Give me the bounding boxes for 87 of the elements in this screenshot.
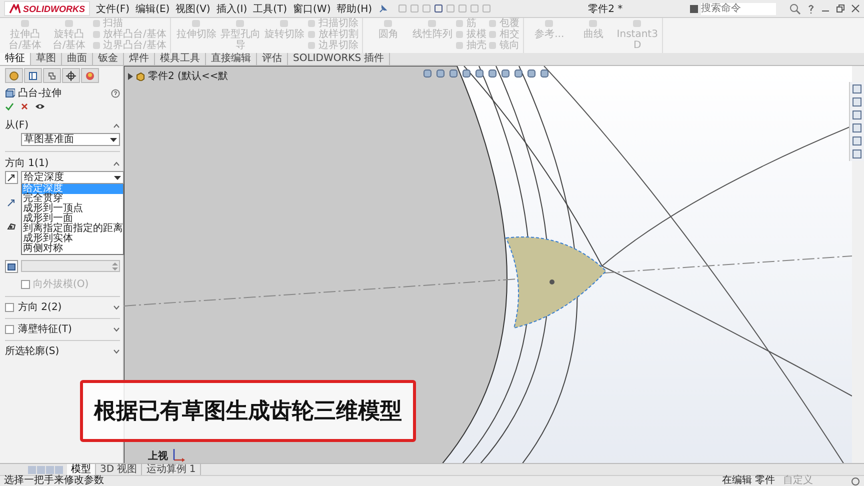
dropdown-field[interactable]: 给定深度 bbox=[21, 171, 124, 184]
expand-caret-icon[interactable] bbox=[113, 326, 120, 332]
tool-icon bbox=[426, 18, 438, 29]
tool-icon bbox=[63, 18, 75, 29]
section-heading[interactable]: 所选轮廓(S) bbox=[5, 344, 109, 358]
feature-tree-icon bbox=[9, 70, 19, 80]
search-icon[interactable] bbox=[789, 2, 801, 14]
logo-text: SOLIDWORKS bbox=[23, 4, 85, 14]
dropdown-option[interactable]: 两侧对称 bbox=[22, 244, 123, 254]
configuration-icon bbox=[47, 70, 57, 80]
dropdown-field[interactable]: 草图基准面 bbox=[21, 133, 120, 146]
view-label: 上视 bbox=[148, 451, 168, 462]
document-title: 零件2 * bbox=[588, 2, 623, 16]
dropdown-option[interactable]: 完全贯穿 bbox=[22, 194, 123, 204]
menu-item[interactable]: 编辑(E) bbox=[136, 2, 170, 16]
status-mode: 在编辑 零件 bbox=[722, 476, 775, 486]
section-heading: 从(F) bbox=[5, 118, 29, 132]
checkbox[interactable] bbox=[5, 302, 14, 312]
crosshair-icon bbox=[66, 70, 76, 80]
help-icon[interactable] bbox=[807, 4, 815, 14]
axis-triad-icon bbox=[172, 448, 186, 462]
tab[interactable]: 模型 bbox=[67, 464, 96, 475]
feature-tree-label[interactable]: 零件2 (默认<<默 bbox=[148, 69, 228, 83]
menu-item[interactable]: 视图(V) bbox=[176, 2, 210, 16]
panel-title: 凸台-拉伸 bbox=[18, 86, 62, 100]
checkbox[interactable] bbox=[5, 324, 14, 334]
tool-icon bbox=[587, 18, 600, 29]
dropdown-option[interactable]: 成形到一面 bbox=[22, 214, 123, 224]
section-heading[interactable]: 薄壁特征(T) bbox=[18, 322, 109, 336]
section-heading[interactable]: 方向 2(2) bbox=[18, 300, 109, 314]
restore-icon[interactable] bbox=[836, 4, 845, 13]
depth-button[interactable] bbox=[5, 260, 18, 273]
section-heading: 方向 1(1) bbox=[5, 156, 49, 170]
expand-caret-icon[interactable] bbox=[113, 348, 120, 354]
tool-icon bbox=[543, 18, 556, 29]
checkbox[interactable] bbox=[21, 280, 30, 288]
caption-text: 根据已有草图生成齿轮三维模型 bbox=[94, 397, 402, 426]
eye-icon[interactable] bbox=[35, 102, 45, 111]
extrude-icon bbox=[5, 88, 15, 98]
dropdown-caret-icon bbox=[114, 176, 121, 180]
arrow-icon bbox=[7, 173, 16, 182]
menu-item[interactable]: 窗口(W) bbox=[293, 2, 331, 16]
search-field[interactable]: 搜索命令 bbox=[701, 2, 776, 14]
tab[interactable]: 钣金 bbox=[93, 53, 124, 65]
status-message: 选择一把手来修改参数 bbox=[4, 476, 105, 486]
dropdown-option[interactable]: 成形到实体 bbox=[22, 234, 123, 244]
tab[interactable]: 模具工具 bbox=[155, 53, 206, 65]
depth-spin-field[interactable] bbox=[21, 260, 120, 272]
depth-icon bbox=[6, 221, 17, 231]
menu-item[interactable]: 插入(I) bbox=[216, 2, 248, 16]
reverse-direction-button[interactable] bbox=[5, 171, 18, 184]
close-icon[interactable] bbox=[851, 4, 860, 13]
menu-item[interactable]: 帮助(H) bbox=[336, 2, 372, 16]
tab[interactable]: 草图 bbox=[31, 53, 62, 65]
tool-icon bbox=[278, 18, 290, 29]
tab[interactable]: 直接编辑 bbox=[206, 53, 257, 65]
panel-tab[interactable] bbox=[62, 68, 80, 83]
tab[interactable]: 焊件 bbox=[124, 53, 155, 65]
expand-arrow-icon[interactable] bbox=[128, 72, 133, 80]
dropdown-option[interactable]: 成形到一顶点 bbox=[22, 204, 123, 214]
ds-logo-icon bbox=[9, 4, 21, 14]
tool-icon bbox=[382, 18, 394, 29]
tab[interactable]: 曲面 bbox=[62, 53, 93, 65]
tool-icon bbox=[631, 18, 644, 29]
panel-tab[interactable] bbox=[43, 68, 61, 83]
panel-tab[interactable] bbox=[24, 68, 42, 83]
cancel-x-icon[interactable] bbox=[20, 102, 29, 111]
collapse-caret-icon[interactable] bbox=[113, 160, 120, 166]
tab[interactable]: SOLIDWORKS 插件 bbox=[288, 53, 390, 65]
tab[interactable]: 评估 bbox=[257, 53, 288, 65]
menu-item[interactable]: 工具(T) bbox=[253, 2, 288, 16]
ok-check-icon[interactable] bbox=[5, 102, 14, 111]
collapse-caret-icon[interactable] bbox=[113, 122, 120, 128]
tab[interactable]: 特征 bbox=[0, 53, 31, 65]
tool-icon bbox=[234, 18, 246, 29]
tool-icon bbox=[19, 18, 31, 29]
dropdown-option[interactable]: 到离指定面指定的距离 bbox=[22, 224, 123, 234]
property-sheet-icon bbox=[28, 70, 38, 80]
direction-arrow-icon bbox=[7, 198, 16, 207]
help-icon[interactable] bbox=[111, 88, 120, 98]
dropdown-caret-icon bbox=[110, 138, 117, 142]
tool-icon bbox=[190, 18, 202, 29]
checkbox-label: 向外拔模(O) bbox=[33, 278, 89, 291]
menu-item[interactable]: 文件(F) bbox=[96, 2, 130, 16]
spin-arrows-icon bbox=[112, 262, 118, 270]
expand-caret-icon[interactable] bbox=[113, 304, 120, 310]
command-icon bbox=[690, 4, 698, 12]
